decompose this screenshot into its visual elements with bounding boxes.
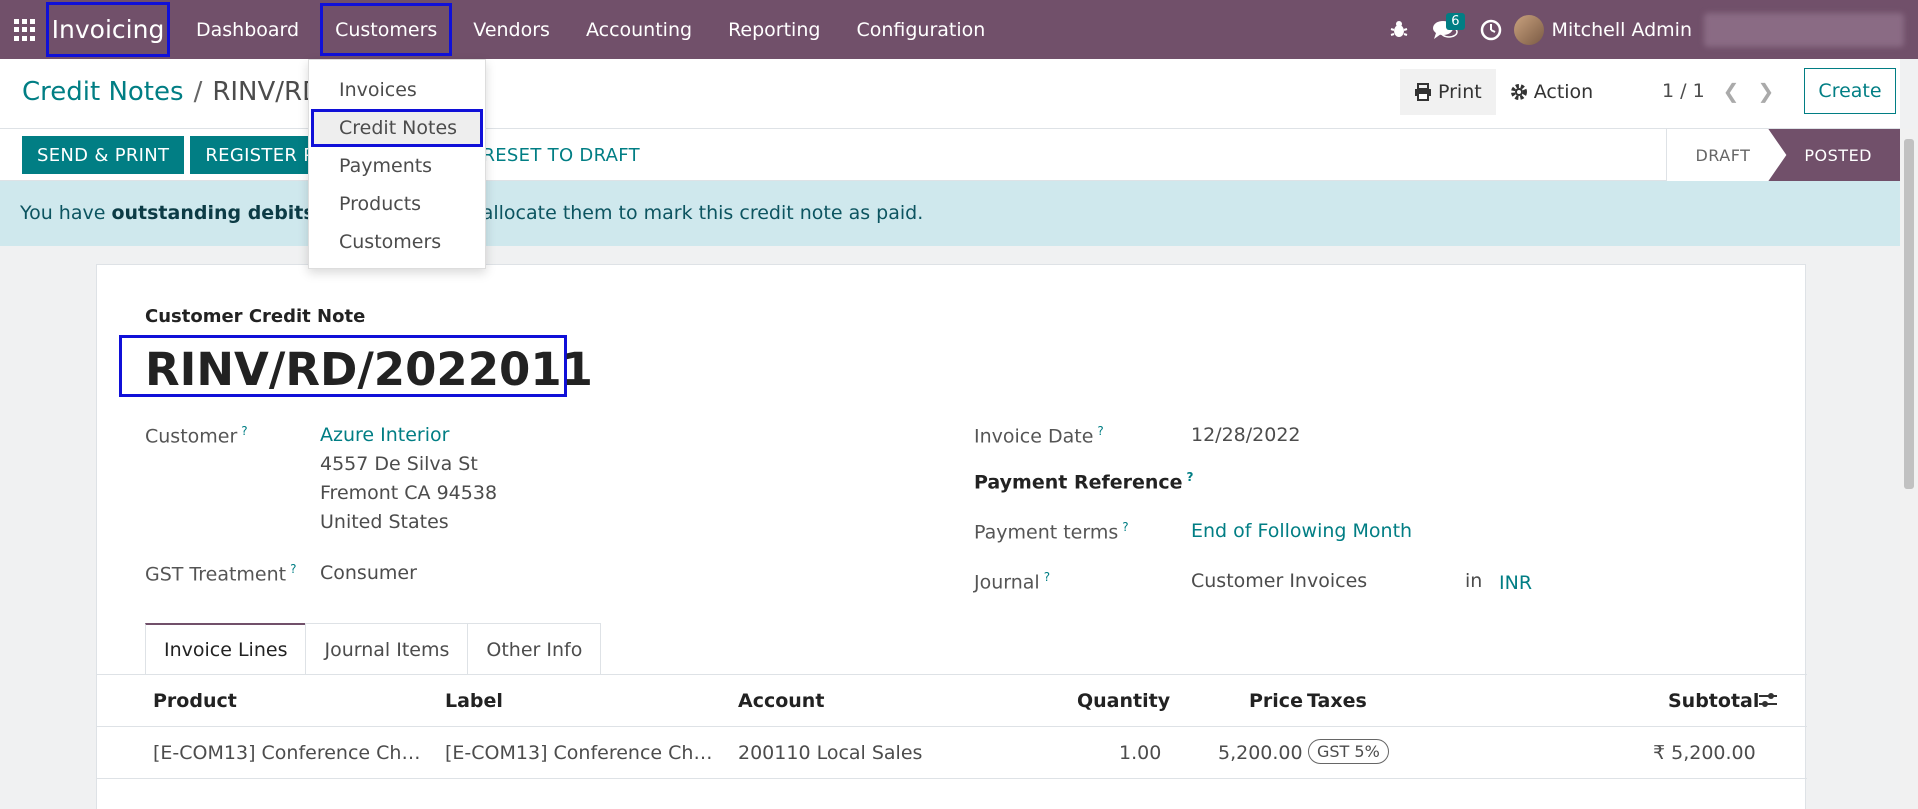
notebook-tabs: Invoice Lines Journal Items Other Info [145,623,602,675]
send-print-button[interactable]: SEND & PRINT [22,136,185,174]
document-name: RINV/RD/2022011 [145,343,593,396]
statusbar: SEND & PRINT REGISTER PA W RESET TO DRAF… [0,129,1900,181]
payment-terms-label: Payment terms? [974,520,1129,544]
breadcrumb-separator: / [193,77,203,107]
gear-icon [1510,84,1527,100]
help-icon[interactable]: ? [1187,470,1194,484]
help-icon[interactable]: ? [1122,520,1128,534]
pager-value[interactable]: 1 / 1 [1662,80,1705,102]
avatar[interactable] [1513,14,1544,45]
address-line-2: Fremont CA 94538 [320,482,498,504]
help-icon[interactable]: ? [290,562,296,576]
breadcrumb: Credit Notes / RINV/RD [22,77,322,107]
col-label[interactable]: Label [445,690,503,712]
table-row[interactable]: [E-COM13] Conference Chair (Steel) [E-CO… [97,727,1807,779]
scroll-thumb[interactable] [1904,139,1914,489]
top-navbar: Invoicing Dashboard Customers Vendors Ac… [0,0,1918,59]
help-icon[interactable]: ? [241,424,247,438]
invoice-date-label: Invoice Date? [974,424,1104,448]
address-line-3: United States [320,511,449,533]
cell-subtotal: ₹ 5,200.00 [1653,742,1756,764]
menu-reporting[interactable]: Reporting [710,0,838,59]
menu-configuration[interactable]: Configuration [838,0,1003,59]
cell-quantity[interactable]: 1.00 [1119,742,1161,764]
col-subtotal[interactable]: Subtotal [1668,690,1759,712]
tax-badge[interactable]: GST 5% [1308,739,1389,764]
company-switcher[interactable] [1704,12,1904,47]
control-panel: Credit Notes / RINV/RD Print Action 1 / … [0,59,1900,129]
print-icon [1415,83,1431,101]
form-sheet: Customer Credit Note RINV/RD/2022011 Cus… [96,264,1807,809]
help-icon[interactable]: ? [1044,570,1050,584]
menu-accounting[interactable]: Accounting [568,0,710,59]
col-price[interactable]: Price [1249,690,1303,712]
systray: 6 Mitchell Admin [1376,0,1918,59]
currency-value[interactable]: INR [1499,572,1532,594]
alert-prefix: You have [20,202,112,224]
print-label: Print [1438,81,1482,103]
cell-account[interactable]: 200110 Local Sales [738,742,978,764]
dropdown-item-payments[interactable]: Payments [309,147,485,185]
tab-invoice-lines[interactable]: Invoice Lines [145,623,307,675]
app-brand[interactable]: Invoicing [46,2,170,57]
gst-treatment-value[interactable]: Consumer [320,562,417,584]
address-line-1: 4557 De Silva St [320,453,478,475]
journal-value[interactable]: Customer Invoices [1191,570,1367,592]
create-button[interactable]: Create [1804,68,1896,114]
breadcrumb-current: RINV/RD [212,77,323,107]
menu-vendors[interactable]: Vendors [455,0,568,59]
scrollbar[interactable] [1900,129,1918,809]
customer-name[interactable]: Azure Interior [320,424,449,446]
payment-terms-value[interactable]: End of Following Month [1191,520,1412,542]
cell-label[interactable]: [E-COM13] Conference Chair (Steel) [445,742,723,764]
col-account[interactable]: Account [738,690,824,712]
control-buttons: Print Action [1400,69,1607,115]
breadcrumb-parent[interactable]: Credit Notes [22,77,184,107]
pager: 1 / 1 ❮ ❯ [1662,79,1774,103]
action-label: Action [1533,81,1594,103]
status-stages: DRAFT POSTED [1666,129,1900,181]
bug-icon[interactable] [1376,0,1422,59]
alert-suffix: an allocate them to mark this credit not… [452,202,924,224]
grid-icon[interactable] [14,19,36,41]
dropdown-item-credit-notes[interactable]: Credit Notes [311,109,483,147]
help-icon[interactable]: ? [1097,424,1103,438]
stage-posted[interactable]: POSTED [1768,129,1900,181]
cell-price[interactable]: 5,200.00 [1218,742,1303,764]
customers-dropdown: Invoices Credit Notes Payments Products … [308,59,486,269]
clock-icon[interactable] [1468,0,1514,59]
action-button[interactable]: Action [1496,69,1608,115]
payment-reference-label: Payment Reference? [974,470,1194,494]
dropdown-item-customers[interactable]: Customers [309,223,485,261]
chat-count-badge: 6 [1446,13,1465,30]
tab-other-info[interactable]: Other Info [467,623,602,675]
main-menu: Dashboard Customers Vendors Accounting R… [178,0,1003,59]
stage-draft[interactable]: DRAFT [1666,129,1787,181]
cell-product[interactable]: [E-COM13] Conference Chair (Steel) [153,742,429,764]
chat-icon[interactable]: 6 [1422,0,1468,59]
customer-label: Customer? [145,424,248,448]
tab-journal-items[interactable]: Journal Items [305,623,469,675]
col-quantity[interactable]: Quantity [1077,690,1170,712]
journal-label: Journal? [974,570,1051,594]
print-button[interactable]: Print [1400,69,1496,115]
col-product[interactable]: Product [153,690,237,712]
menu-dashboard[interactable]: Dashboard [178,0,317,59]
outstanding-debits-alert: You have outstanding debits foran alloca… [0,181,1900,246]
reset-to-draft-button[interactable]: RESET TO DRAFT [466,136,655,174]
journal-in-label: in [1465,570,1483,592]
table-header: Product Label Account Quantity Price Tax… [97,675,1807,727]
document-type: Customer Credit Note [145,306,366,327]
chevron-left-icon[interactable]: ❮ [1723,79,1740,103]
invoice-date-value[interactable]: 12/28/2022 [1191,424,1301,446]
menu-customers[interactable]: Customers [317,0,455,59]
alert-link[interactable]: outstanding debits [111,202,314,224]
gst-treatment-label: GST Treatment? [145,562,297,586]
optional-columns-icon[interactable] [1757,689,1779,711]
chevron-right-icon[interactable]: ❯ [1757,79,1774,103]
col-taxes[interactable]: Taxes [1307,690,1367,712]
user-name[interactable]: Mitchell Admin [1552,19,1692,41]
dropdown-item-products[interactable]: Products [309,185,485,223]
dropdown-item-invoices[interactable]: Invoices [309,71,485,109]
